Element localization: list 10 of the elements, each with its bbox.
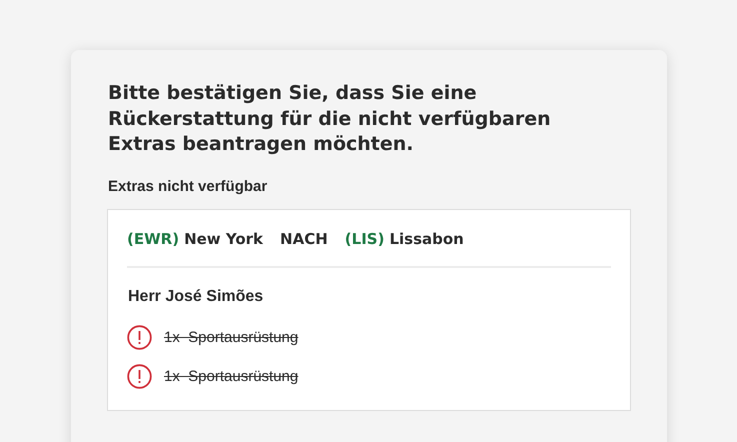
dialog-title: Bitte bestätigen Sie, dass Sie eine Rückerstattung für die nicht verfügbaren Extras beantragen möchten.: [108, 81, 552, 157]
city-name: New York: [184, 230, 264, 248]
extra-item: 1x Sportausrüstung: [164, 368, 298, 384]
airport-code: (EWR): [127, 230, 180, 248]
route-connector: NACH: [280, 230, 328, 248]
airport-code: (LIS): [344, 230, 384, 248]
city-name: Lissabon: [389, 230, 464, 248]
section-label: Extras nicht verfügbar: [108, 178, 268, 194]
extra-item: 1x Sportausrüstung: [164, 328, 298, 346]
passenger-name: Herr José Simões: [128, 288, 264, 306]
